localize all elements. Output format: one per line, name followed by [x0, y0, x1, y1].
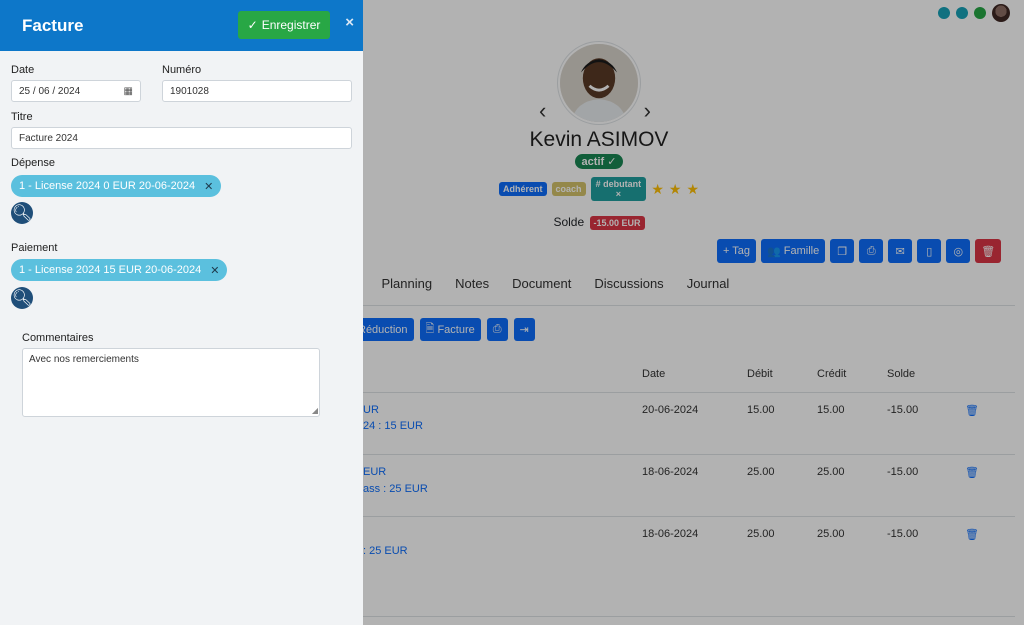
- paiement-chip[interactable]: 1 - License 2024 15 EUR 20-06-2024 ✕: [11, 259, 228, 281]
- save-button[interactable]: ✓ Enregistrer: [238, 11, 330, 39]
- date-label: Date: [11, 64, 35, 76]
- remove-icon[interactable]: ✕: [204, 180, 213, 193]
- paiement-search-button[interactable]: 🔍︎: [11, 287, 33, 309]
- depense-chip[interactable]: 1 - License 2024 0 EUR 20-06-2024 ✕: [11, 175, 222, 197]
- panel-header: Facture ✓ Enregistrer ×: [0, 0, 363, 51]
- date-value: 25 / 06 / 2024: [19, 85, 81, 97]
- paiement-chip-label: 1 - License 2024 15 EUR 20-06-2024: [19, 264, 202, 276]
- search-icon: 🔍︎: [11, 290, 33, 307]
- resize-handle-icon[interactable]: ◢: [312, 406, 318, 415]
- calendar-icon[interactable]: ▦: [124, 86, 133, 97]
- facture-panel: Facture ✓ Enregistrer × Date 25 / 06 / 2…: [0, 0, 363, 625]
- depense-label: Dépense: [11, 157, 56, 169]
- remove-icon[interactable]: ✕: [210, 264, 219, 277]
- numero-label: Numéro: [162, 64, 202, 76]
- check-icon: ✓: [247, 18, 258, 32]
- panel-title: Facture: [22, 15, 84, 35]
- commentaires-value: Avec nos remerciements: [29, 354, 139, 365]
- titre-label: Titre: [11, 111, 33, 123]
- depense-search-button[interactable]: 🔍︎: [11, 202, 33, 224]
- search-icon: 🔍︎: [11, 205, 33, 222]
- depense-chip-label: 1 - License 2024 0 EUR 20-06-2024: [19, 180, 196, 192]
- numero-input[interactable]: 1901028: [162, 80, 352, 102]
- paiement-label: Paiement: [11, 242, 58, 254]
- titre-value: Facture 2024: [19, 132, 78, 144]
- save-label: Enregistrer: [261, 18, 321, 32]
- close-icon[interactable]: ×: [345, 14, 354, 31]
- numero-value: 1901028: [170, 85, 209, 97]
- commentaires-label: Commentaires: [22, 332, 94, 344]
- titre-input[interactable]: Facture 2024: [11, 127, 352, 149]
- commentaires-textarea[interactable]: Avec nos remerciements ◢: [22, 348, 320, 417]
- date-input[interactable]: 25 / 06 / 2024 ▦: [11, 80, 141, 102]
